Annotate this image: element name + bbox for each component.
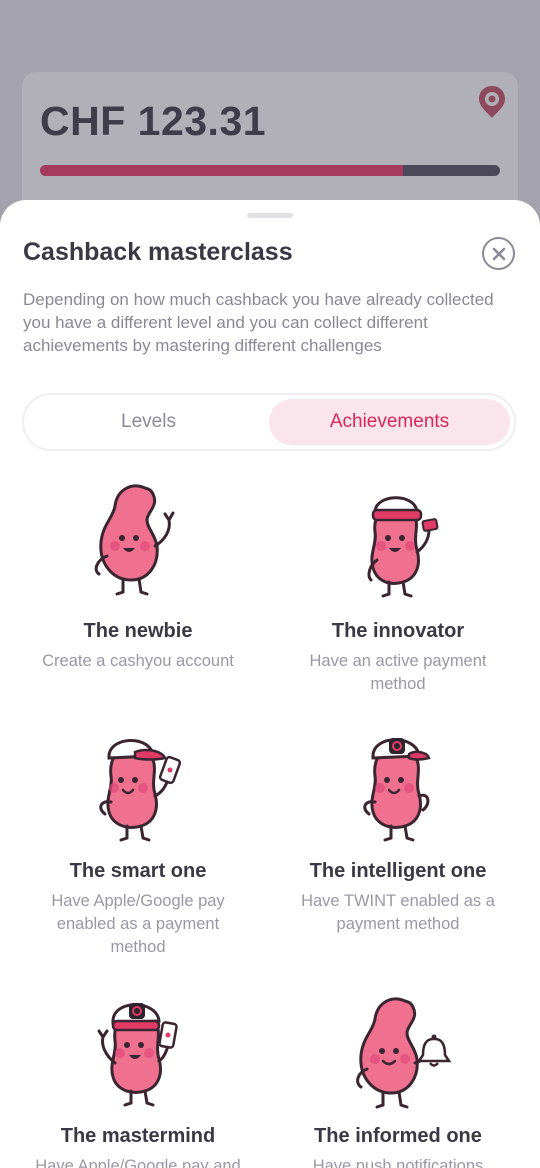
tab-levels[interactable]: Levels [28,399,269,445]
location-pin-icon [479,86,505,118]
achievement-name: The smart one [69,860,207,882]
bean-cap-card-icon [367,496,439,598]
achievement-description: Have Apple/Google pay and [35,1157,241,1168]
achievement-name: The innovator [331,620,465,642]
achievement-name: The newbie [83,620,193,642]
achievement-description: Have an active payment method [309,652,487,693]
balance-progress-fill [40,165,404,176]
achievement-name: The intelligent one [309,860,487,882]
bean-cap-logo-phone-icon [97,1003,178,1107]
sheet-title: Cashback masterclass [23,238,293,266]
balance-progress-bar [40,165,500,176]
bean-cap-logo-icon [363,738,431,842]
bean-bell-icon [356,997,452,1109]
achievement-description: Create a cashyou account [42,652,234,670]
tab-achievements[interactable]: Achievements [269,399,510,445]
achievement-name: The mastermind [60,1125,216,1147]
sheet-description: Depending on how much cashback you have … [23,290,494,355]
achievement-description: Have push notifications [312,1157,484,1168]
sheet-drag-handle[interactable] [247,213,293,218]
bean-cap-phone-icon [99,739,182,842]
achievement-description: Have Apple/Google pay enabled as a payme… [51,892,225,956]
balance-amount: CHF 123.31 [40,98,267,144]
tab-switcher: Levels Achievements [22,393,516,451]
close-button[interactable] [482,237,515,270]
close-icon [492,247,505,260]
achievements-sheet: Cashback masterclass Depending on how mu… [0,200,540,1168]
bean-waving-icon [94,484,175,596]
achievement-description: Have TWINT enabled as a payment method [301,892,495,933]
achievement-name: The informed one [314,1125,482,1147]
